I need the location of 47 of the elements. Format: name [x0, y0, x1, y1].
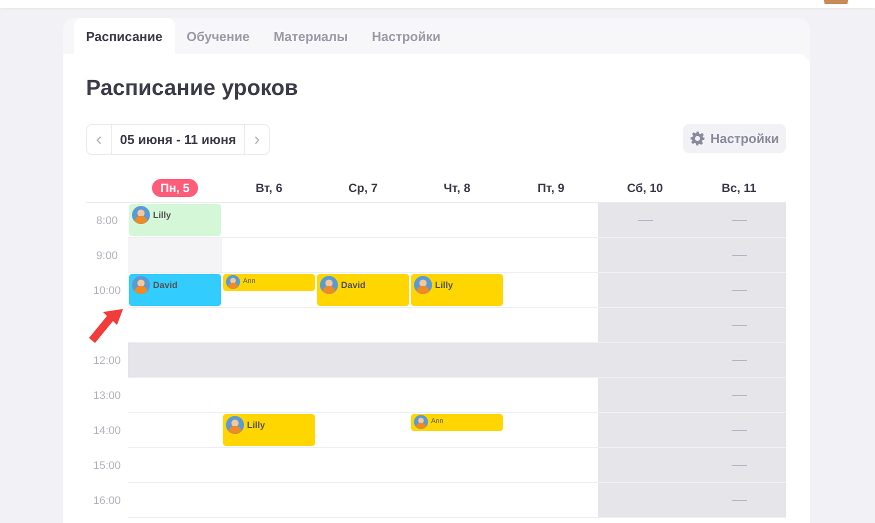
schedule-cell[interactable] — [598, 448, 692, 483]
week-range: 05 июня - 11 июня — [119, 131, 238, 149]
tab[interactable]: Расписание — [74, 18, 174, 54]
schedule-cell[interactable] — [598, 203, 692, 238]
schedule-cell[interactable] — [692, 378, 786, 413]
time-label: 14:00 — [93, 424, 121, 436]
schedule-cell[interactable] — [598, 413, 692, 448]
time-label: 10:00 — [93, 284, 121, 296]
schedule-cell[interactable] — [598, 378, 692, 413]
day-header: Пн, 5 — [152, 178, 198, 196]
schedule-cell[interactable] — [128, 238, 222, 273]
schedule-cell[interactable] — [692, 483, 786, 518]
day-header: Ср, 7 — [347, 180, 379, 196]
avatar-icon — [320, 276, 338, 294]
time-label: 16:00 — [93, 494, 121, 506]
schedule-cell[interactable] — [598, 483, 692, 518]
settings-icon — [690, 131, 706, 146]
avatar-icon — [226, 416, 244, 434]
page-title: Расписание уроков — [86, 74, 300, 102]
avatar-icon — [132, 206, 150, 224]
schedule-cell[interactable] — [692, 238, 786, 273]
avatar-icon — [226, 275, 240, 289]
schedule-cell[interactable] — [692, 308, 786, 343]
schedule-cell[interactable] — [692, 343, 786, 378]
avatar-icon — [132, 276, 150, 294]
time-label: 15:00 — [93, 460, 121, 472]
time-label: 12:00 — [93, 354, 121, 366]
schedule-cell[interactable] — [598, 238, 692, 273]
schedule-cell[interactable] — [598, 308, 692, 343]
day-header: Вт, 6 — [254, 180, 284, 196]
day-header: Чт, 8 — [442, 180, 472, 196]
day-header: Пт, 9 — [536, 180, 566, 196]
schedule-cell[interactable] — [598, 273, 692, 308]
day-header: Вс, 11 — [720, 180, 758, 196]
settings-button[interactable]: Настройки — [683, 124, 786, 153]
schedule-cell[interactable] — [692, 273, 786, 308]
day-header: Сб, 10 — [626, 180, 664, 196]
schedule-cell[interactable] — [128, 343, 222, 378]
avatar-icon — [414, 415, 428, 429]
time-label: 8:00 — [96, 214, 118, 226]
schedule-cell[interactable] — [692, 413, 786, 448]
time-label: 9:00 — [96, 250, 118, 262]
schedule-cell[interactable] — [692, 203, 786, 238]
schedule-cell[interactable] — [692, 448, 786, 483]
avatar-icon[interactable] — [824, 0, 848, 4]
time-label: 13:00 — [93, 390, 121, 402]
avatar-icon — [414, 276, 432, 294]
